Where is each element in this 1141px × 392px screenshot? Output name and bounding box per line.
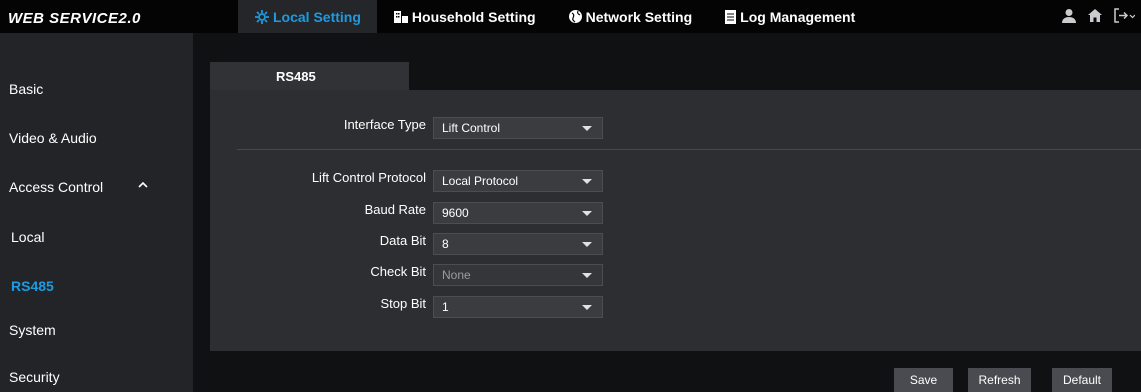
tab-network-setting[interactable]: Network Setting	[552, 0, 709, 33]
select-value: 9600	[442, 206, 469, 220]
select-value: 8	[442, 237, 449, 251]
select-value: None	[442, 268, 471, 282]
tab-label: Network Setting	[585, 8, 693, 25]
top-bar: WEB SERVICE2.0 Local Setting Household S…	[0, 0, 1141, 33]
chevron-down-icon	[582, 126, 592, 131]
chevron-down-icon	[582, 305, 592, 310]
tab-label: RS485	[276, 68, 316, 84]
select-value: 1	[442, 300, 449, 314]
check-bit-select: None	[433, 264, 603, 286]
sidebar-item-local[interactable]: Local	[0, 215, 193, 259]
divider	[237, 149, 1141, 150]
sidebar-item-access-control[interactable]: Access Control	[0, 165, 193, 209]
select-value: Lift Control	[442, 121, 501, 135]
tab-local-setting[interactable]: Local Setting	[238, 0, 377, 33]
settings-panel: Interface Type Lift Control Lift Control…	[210, 90, 1141, 351]
interface-type-select[interactable]: Lift Control	[433, 117, 603, 139]
sidebar-item-basic[interactable]: Basic	[0, 67, 193, 111]
baud-rate-select[interactable]: 9600	[433, 202, 603, 224]
chevron-up-icon[interactable]	[137, 178, 149, 194]
sidebar: Basic Video & Audio Access Control Local…	[0, 33, 193, 392]
lift-control-protocol-select[interactable]: Local Protocol	[433, 170, 603, 192]
interface-type-label: Interface Type	[343, 117, 426, 132]
tab-label: Local Setting	[273, 8, 361, 25]
chevron-down-icon	[582, 211, 592, 216]
sidebar-item-system[interactable]: System	[0, 308, 193, 352]
globe-icon	[568, 9, 583, 24]
sidebar-item-label: Video & Audio	[9, 130, 97, 146]
stop-bit-select[interactable]: 1	[433, 296, 603, 318]
sidebar-item-label: System	[9, 322, 56, 338]
home-icon[interactable]	[1087, 8, 1103, 23]
sidebar-item-label: RS485	[11, 278, 54, 294]
building-icon	[393, 10, 409, 24]
stop-bit-label: Stop Bit	[380, 296, 426, 311]
sidebar-item-label: Security	[9, 369, 60, 385]
sidebar-item-video-audio[interactable]: Video & Audio	[0, 116, 193, 160]
data-bit-select[interactable]: 8	[433, 233, 603, 255]
user-tools	[1061, 8, 1135, 23]
baud-rate-label: Baud Rate	[364, 202, 426, 217]
tab-label: Log Management	[740, 8, 856, 25]
tab-household-setting[interactable]: Household Setting	[377, 0, 552, 33]
check-bit-label: Check Bit	[370, 264, 426, 279]
tab-label: Household Setting	[411, 8, 536, 25]
sidebar-item-label: Access Control	[9, 179, 104, 195]
top-nav: Local Setting Household Setting Network …	[238, 0, 871, 33]
document-icon	[724, 9, 737, 25]
lift-control-protocol-label: Lift Control Protocol	[311, 170, 426, 185]
chevron-down-icon	[582, 179, 592, 184]
brand-logo: WEB SERVICE2.0	[8, 10, 141, 27]
sidebar-item-label: Basic	[9, 81, 44, 97]
sidebar-item-rs485[interactable]: RS485	[0, 264, 193, 308]
data-bit-label: Data Bit	[379, 233, 426, 248]
tab-rs485[interactable]: RS485	[210, 62, 409, 90]
save-button[interactable]: Save	[894, 368, 953, 392]
default-button[interactable]: Default	[1052, 368, 1112, 392]
refresh-button[interactable]: Refresh	[968, 368, 1031, 392]
sidebar-item-security[interactable]: Security	[0, 355, 193, 392]
chevron-down-icon	[582, 242, 592, 247]
chevron-down-icon	[582, 273, 592, 278]
tab-log-management[interactable]: Log Management	[708, 0, 871, 33]
logout-icon[interactable]	[1113, 8, 1135, 23]
sidebar-item-label: Local	[11, 229, 45, 245]
user-icon[interactable]	[1061, 8, 1077, 23]
select-value: Local Protocol	[442, 174, 519, 188]
gear-icon	[254, 9, 270, 25]
